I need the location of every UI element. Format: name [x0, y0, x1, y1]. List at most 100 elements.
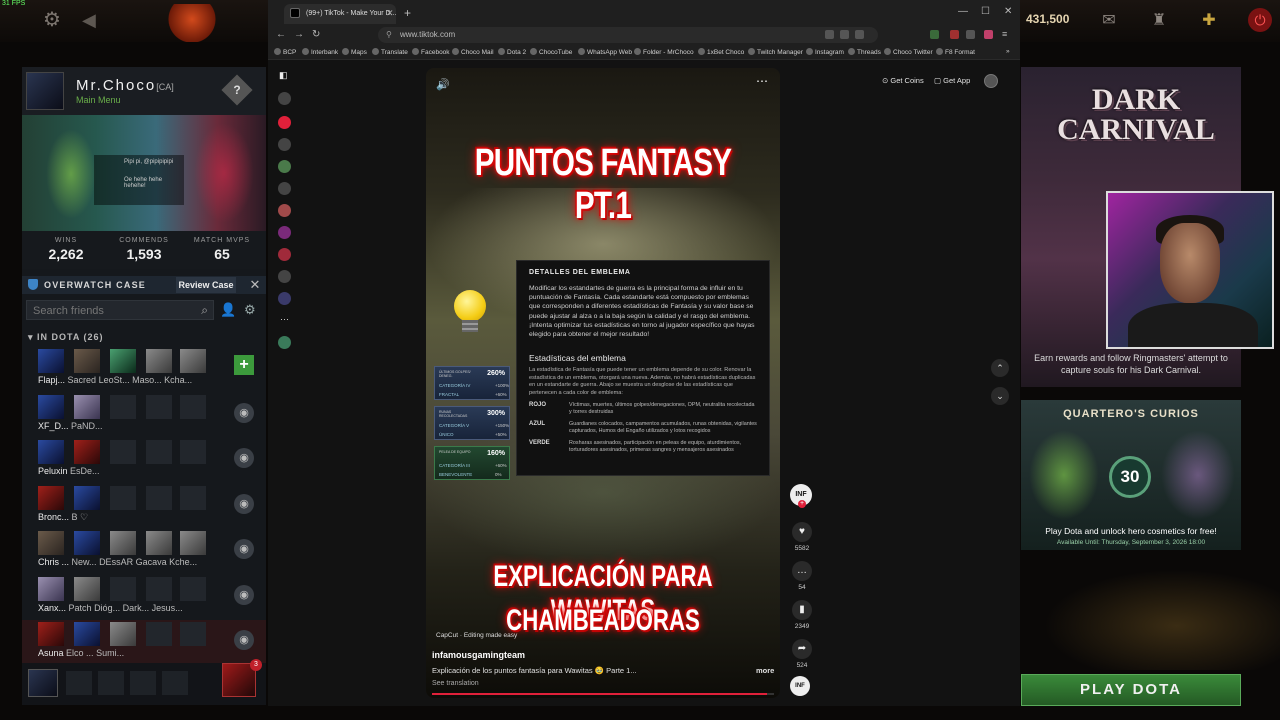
friend-row[interactable]: Flapj... Sacred LeoSt... Maso... Kcha...… — [22, 347, 266, 391]
spectate-eye-icon[interactable]: ◉ — [234, 448, 254, 468]
avatar[interactable] — [26, 72, 64, 110]
friends-icon[interactable] — [278, 182, 291, 195]
dota-logo[interactable] — [168, 4, 216, 42]
friend-row[interactable]: Chris ... New... DEssAR Gacava Kche... ◉ — [22, 529, 266, 573]
invite-button[interactable]: + — [234, 355, 254, 375]
live-icon[interactable] — [278, 204, 291, 217]
download-icon[interactable] — [930, 30, 939, 39]
party-slot[interactable] — [162, 671, 188, 695]
new-tab-icon[interactable]: + — [404, 6, 411, 20]
friend-row[interactable]: Asuna Elco ... Sumi... ◉ — [22, 620, 266, 664]
bookmark[interactable]: Threads — [848, 48, 881, 56]
comment-button[interactable]: … 54 — [790, 561, 814, 591]
forward-icon[interactable]: → — [294, 29, 304, 40]
hero-showcase[interactable]: Pipi pi, @pipipipipi Oe hehe hehe hehehe… — [22, 115, 266, 231]
friend-settings-icon[interactable]: ⚙ — [244, 302, 256, 318]
volume-icon[interactable]: 🔊 — [436, 78, 450, 91]
play-dota-button[interactable]: PLAY DOTA — [1021, 674, 1241, 706]
site-info-icon[interactable]: ⚲ — [386, 30, 392, 39]
video-progress-bar[interactable] — [432, 693, 774, 695]
mail-icon[interactable]: ✉ — [1098, 10, 1120, 30]
user-avatar[interactable] — [984, 74, 998, 88]
friend-row[interactable]: XF_D... PaND... ◉ — [22, 393, 266, 437]
settings-gear-icon[interactable]: ⚙ — [40, 8, 64, 32]
search-icon[interactable] — [278, 92, 291, 105]
more-link[interactable]: more — [756, 666, 774, 675]
armory-icon[interactable]: ♜ — [1148, 10, 1170, 30]
bookmark[interactable]: Twitch Manager — [748, 48, 803, 56]
spectate-eye-icon[interactable]: ◉ — [234, 403, 254, 423]
close-icon[interactable]: ✕ — [248, 277, 262, 293]
bookmark[interactable]: Instagram — [806, 48, 844, 56]
share-button[interactable]: ➦ 524 — [790, 639, 814, 669]
friends-search[interactable]: ⌕ — [26, 300, 214, 320]
get-app-button[interactable]: ▢ Get App — [934, 76, 970, 85]
spectate-eye-icon[interactable]: ◉ — [234, 494, 254, 514]
minimize-icon[interactable]: — — [958, 6, 968, 17]
messages-icon[interactable] — [278, 248, 291, 261]
party-avatar[interactable] — [28, 669, 58, 697]
friend-row[interactable]: Xanx... Patch Dióg... Dark... Jesus... ◉ — [22, 575, 266, 619]
browser-menu-icon[interactable]: ≡ — [1002, 30, 1011, 39]
get-coins-button[interactable]: ⊙ Get Coins — [882, 76, 924, 85]
player-name[interactable]: Mr.Choco[CA] — [76, 77, 174, 94]
bookmark[interactable]: Interbank — [302, 48, 338, 56]
friend-row[interactable]: Peluxin EsDe... ◉ — [22, 438, 266, 482]
extension-icon[interactable] — [840, 30, 849, 39]
bookmark[interactable]: ChocoTube — [530, 48, 572, 56]
bookmark[interactable]: Translate — [372, 48, 408, 56]
more-options-icon[interactable]: ⋯ — [756, 74, 769, 88]
search-icon[interactable]: ⌕ — [201, 303, 208, 318]
bookmark[interactable]: F8 Format — [936, 48, 975, 56]
spectate-eye-icon[interactable]: ◉ — [234, 585, 254, 605]
back-icon[interactable]: ← — [276, 29, 286, 40]
sidebar-toggle-icon[interactable]: ◧ — [279, 70, 289, 80]
bookmark[interactable]: Maps — [342, 48, 367, 56]
friends-group-label[interactable]: ▾ IN DOTA (26) — [28, 332, 104, 343]
previous-video-icon[interactable]: ⌃ — [991, 359, 1009, 377]
spectate-eye-icon[interactable]: ◉ — [234, 539, 254, 559]
help-button[interactable]: ? — [221, 74, 253, 106]
profile-icon[interactable] — [278, 292, 291, 305]
bookmark[interactable]: BCP — [274, 48, 296, 56]
extension-icon[interactable] — [825, 30, 834, 39]
friend-row[interactable]: Bronc... B ♡ ◉ — [22, 484, 266, 528]
bookmark[interactable]: Facebook — [412, 48, 450, 56]
search-friends-input[interactable] — [27, 302, 191, 320]
spectate-eye-icon[interactable]: ◉ — [234, 630, 254, 650]
tiktok-video[interactable]: 🔊 ⋯ PUNTOS FANTASY PT.1 DETALLES DEL EMB… — [426, 68, 780, 698]
party-slot[interactable] — [98, 671, 124, 695]
creator-icon[interactable] — [278, 336, 291, 349]
following-icon[interactable] — [278, 160, 291, 173]
maximize-icon[interactable]: ☐ — [981, 6, 990, 17]
see-translation-link[interactable]: See translation — [432, 680, 479, 687]
address-bar[interactable]: ⚲ www.tiktok.com — [378, 27, 878, 43]
bookmark[interactable]: Dota 2 — [498, 48, 526, 56]
sound-disc-icon[interactable]: INF — [790, 676, 810, 696]
power-icon[interactable]: ⏻ — [1248, 8, 1272, 32]
upload-icon[interactable] — [278, 270, 291, 283]
more-icon[interactable]: ⋯ — [278, 314, 291, 327]
add-friend-icon[interactable]: 👤 — [220, 302, 236, 318]
activity-icon[interactable] — [278, 226, 291, 239]
explore-icon[interactable] — [278, 138, 291, 151]
follow-plus-icon[interactable]: + — [798, 500, 806, 508]
more-bookmarks-icon[interactable]: » — [1006, 48, 1010, 55]
bookmark[interactable]: 1xBet Choco — [698, 48, 744, 56]
tab-tiktok[interactable]: (99+) TikTok - Make Your D... — [284, 4, 396, 24]
review-case-button[interactable]: Review Case — [176, 277, 236, 293]
capcut-label[interactable]: CapCut · Editing made easy — [436, 632, 517, 639]
extensions-puzzle-icon[interactable] — [966, 30, 975, 39]
video-username[interactable]: infamousgamingteam — [432, 650, 525, 660]
back-arrow-icon[interactable]: ◀ — [82, 10, 96, 31]
tab-close-icon[interactable]: ✕ — [386, 8, 394, 19]
party-slot[interactable] — [130, 671, 156, 695]
bookmark[interactable]: Choco Twitter — [884, 48, 933, 56]
plus-icon[interactable]: ✚ — [1198, 10, 1220, 30]
extension-icon[interactable] — [950, 30, 959, 39]
bookmark[interactable]: WhatsApp Web — [578, 48, 632, 56]
bookmark[interactable]: Folder - MrChoco — [634, 48, 694, 56]
party-slot[interactable] — [66, 671, 92, 695]
bookmark-star-icon[interactable] — [855, 30, 864, 39]
bookmark[interactable]: Choco Mail — [452, 48, 494, 56]
